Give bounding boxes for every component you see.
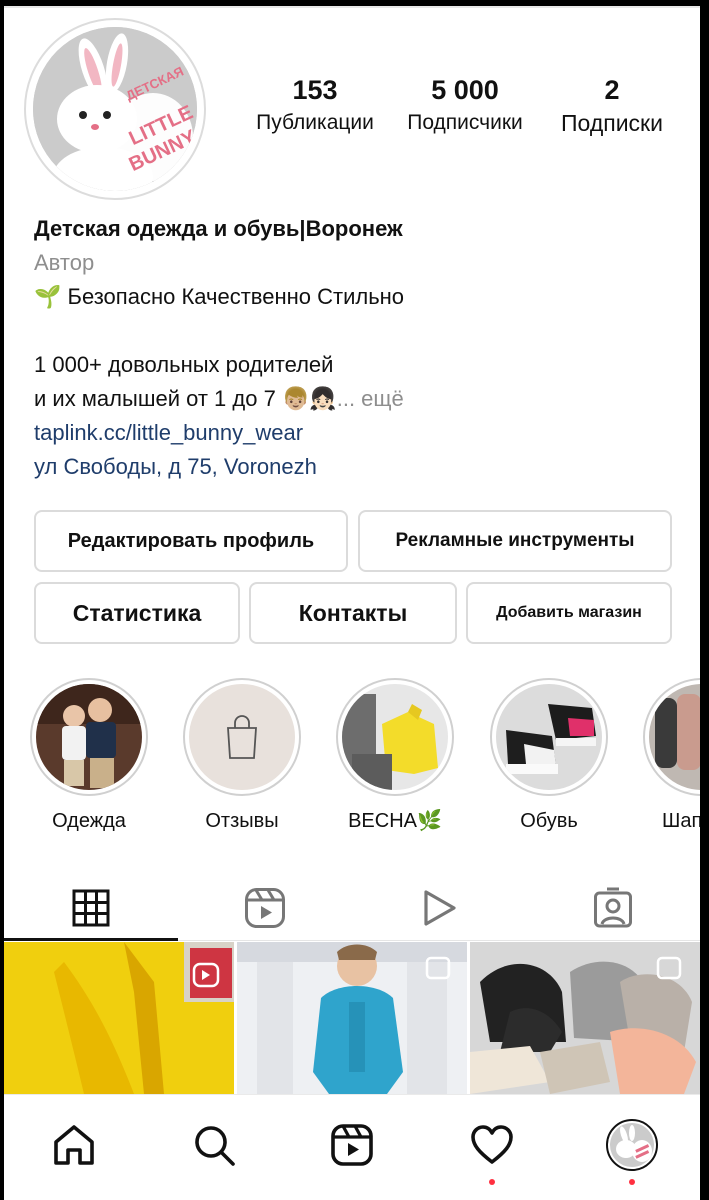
status-divider bbox=[4, 6, 700, 8]
followers-label: Подписчики bbox=[407, 111, 523, 134]
highlight-clothes-label: Одежда bbox=[52, 810, 126, 832]
tab-reels[interactable] bbox=[178, 878, 352, 938]
following-count: 2 bbox=[604, 75, 620, 105]
profile-avatar bbox=[606, 1119, 658, 1171]
highlight-ring bbox=[643, 678, 700, 796]
highlight-clothes[interactable]: Одежда bbox=[29, 678, 149, 834]
post-thumbnail-2[interactable] bbox=[237, 942, 467, 1094]
highlight-spring-image bbox=[342, 684, 448, 790]
followers-count: 5 000 bbox=[431, 75, 499, 105]
bio-line-2: 1 000+ довольных родителей bbox=[34, 352, 334, 377]
address-link[interactable]: ул Свободы, д 75, Voronezh bbox=[34, 450, 674, 484]
highlight-ring bbox=[30, 678, 148, 796]
tab-tagged[interactable] bbox=[526, 878, 700, 938]
contacts-button[interactable]: Контакты bbox=[249, 582, 457, 644]
highlight-ring bbox=[336, 678, 454, 796]
tagged-icon bbox=[594, 887, 632, 928]
profile-avatar[interactable]: ДЕТСКАЯ ОДЕЖДА LITTLE BUNNY bbox=[24, 18, 206, 200]
activity-notification-dot bbox=[489, 1179, 495, 1185]
tab-video[interactable] bbox=[352, 878, 526, 938]
highlight-hats-label: Шап bbox=[662, 810, 700, 832]
highlight-reviews[interactable]: Отзывы bbox=[182, 678, 302, 834]
home-icon bbox=[54, 1125, 94, 1165]
highlight-clothes-image bbox=[36, 684, 142, 790]
reels-icon bbox=[331, 1124, 373, 1166]
highlight-shoes[interactable]: Обувь bbox=[489, 678, 609, 834]
posts-label: Публикации bbox=[256, 111, 374, 134]
highlight-reviews-label: Отзывы bbox=[205, 810, 279, 832]
bio-line-1: 🌱 Безопасно Качественно Стильно bbox=[34, 280, 674, 314]
kids-emoji-icon: 👦🏼👧🏻 bbox=[281, 386, 337, 411]
heart-icon bbox=[471, 1125, 513, 1164]
grid-icon bbox=[72, 889, 110, 927]
seedling-icon: 🌱 bbox=[34, 284, 62, 309]
nav-activity[interactable] bbox=[462, 1115, 522, 1175]
bio-line-1-text: Безопасно Качественно Стильно bbox=[67, 284, 405, 309]
bio-line-3-text: и их малышей от 1 до 7 bbox=[34, 386, 276, 411]
more-link[interactable]: ... ещё bbox=[337, 386, 404, 411]
highlight-shoes-image bbox=[496, 684, 602, 790]
nav-profile[interactable] bbox=[602, 1115, 662, 1175]
profile-notification-dot bbox=[629, 1179, 635, 1185]
bio-line-3: и их малышей от 1 до 7 👦🏼👧🏻... ещё bbox=[34, 382, 674, 416]
highlight-spring[interactable]: ВЕСНА🌿 bbox=[335, 678, 455, 834]
nav-search[interactable] bbox=[184, 1115, 244, 1175]
post-thumbnail-1[interactable] bbox=[4, 942, 234, 1094]
following-label: Подписки bbox=[561, 110, 663, 136]
ad-tools-button[interactable]: Рекламные инструменты bbox=[358, 510, 672, 572]
posts-count: 153 bbox=[292, 75, 338, 105]
highlight-shoes-label: Обувь bbox=[520, 810, 578, 832]
posts-stat[interactable]: 153 Публикации bbox=[240, 72, 390, 138]
statistics-button[interactable]: Статистика bbox=[34, 582, 240, 644]
tab-grid[interactable] bbox=[4, 878, 178, 938]
avatar-logo: ДЕТСКАЯ ОДЕЖДА LITTLE BUNNY bbox=[33, 27, 197, 191]
nav-reels[interactable] bbox=[322, 1115, 382, 1175]
screen: ДЕТСКАЯ ОДЕЖДА LITTLE BUNNY 153 Публикац… bbox=[0, 0, 709, 1200]
nav-home[interactable] bbox=[44, 1115, 104, 1175]
bottom-navigation bbox=[4, 1094, 700, 1200]
shopping-bag-icon bbox=[227, 715, 257, 759]
highlight-spring-label: ВЕСНА🌿 bbox=[348, 810, 442, 832]
followers-stat[interactable]: 5 000 Подписчики bbox=[390, 72, 540, 138]
reels-icon bbox=[245, 888, 285, 928]
edit-profile-button[interactable]: Редактировать профиль bbox=[34, 510, 348, 572]
video-icon bbox=[424, 890, 456, 926]
post-thumbnail-3[interactable] bbox=[470, 942, 700, 1094]
active-tab-indicator bbox=[4, 938, 178, 941]
profile-name: Детская одежда и обувь|Воронеж bbox=[34, 216, 403, 241]
highlight-hats-image bbox=[649, 684, 700, 790]
add-shop-button[interactable]: Добавить магазин bbox=[466, 582, 672, 644]
profile-bio: Детская одежда и обувь|Воронеж Автор 🌱 Б… bbox=[34, 212, 674, 484]
highlight-reviews-image bbox=[189, 684, 295, 790]
profile-stats: 153 Публикации 5 000 Подписчики 2 Подпис… bbox=[240, 72, 680, 152]
highlight-ring bbox=[490, 678, 608, 796]
website-link[interactable]: taplink.cc/little_bunny_wear bbox=[34, 416, 674, 450]
highlight-hats[interactable]: Шап bbox=[642, 678, 700, 834]
following-stat[interactable]: 2 Подписки bbox=[544, 72, 680, 138]
bio-spacer bbox=[34, 314, 674, 348]
profile-category: Автор bbox=[34, 250, 95, 275]
highlight-ring bbox=[183, 678, 301, 796]
search-icon bbox=[195, 1126, 235, 1166]
instagram-profile: ДЕТСКАЯ ОДЕЖДА LITTLE BUNNY 153 Публикац… bbox=[4, 6, 700, 1200]
bunny-logo-image: ДЕТСКАЯ ОДЕЖДА LITTLE BUNNY bbox=[33, 27, 197, 191]
bunny-logo-small bbox=[610, 1123, 654, 1167]
